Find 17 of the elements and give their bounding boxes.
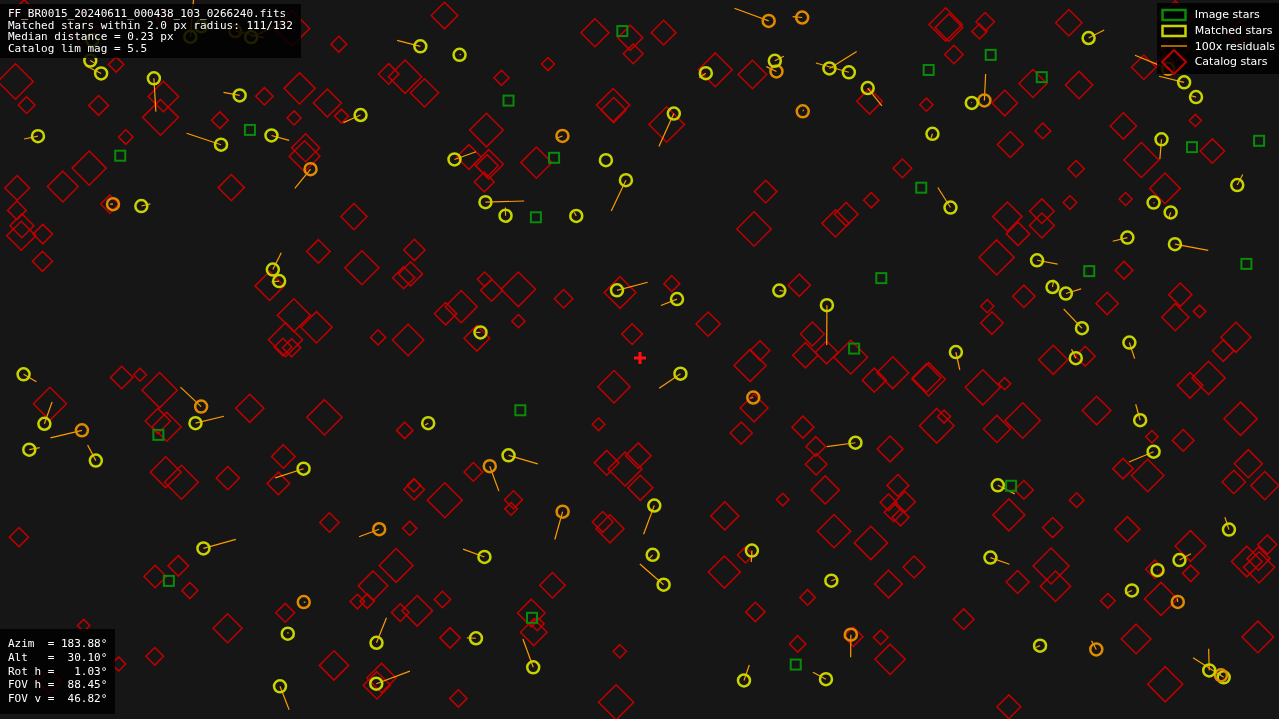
pointing-text: Azim = 183.88° xyxy=(8,637,108,651)
matched-star-marker-icon xyxy=(1160,23,1187,38)
legend-label: Catalog stars xyxy=(1194,54,1268,71)
info-text: Matched stars within 2.0 px radius: 111/132 xyxy=(8,19,293,32)
info-text: Median distance = 0.23 px xyxy=(8,31,174,43)
legend-label: Image stars xyxy=(1194,7,1260,23)
pointing-text: FOV h = 88.45° xyxy=(8,678,108,693)
info-text: FF_BR0015_20240611_000438_103_0266240.fits xyxy=(8,8,287,20)
pointing-text: Rot h = 1.03° xyxy=(8,664,108,679)
image-star-marker-icon xyxy=(1160,7,1187,22)
diamond-icon xyxy=(1160,49,1187,76)
residual-line-icon xyxy=(1160,45,1187,48)
pointing-text: FOV v = 46.82° xyxy=(8,692,108,706)
legend-label: Matched stars xyxy=(1194,22,1273,39)
info-text: Catalog lim mag = 5.5 xyxy=(8,42,148,55)
pointing-text: Alt = 30.10° xyxy=(8,650,108,665)
legend-label: 100x residuals xyxy=(1194,38,1275,55)
